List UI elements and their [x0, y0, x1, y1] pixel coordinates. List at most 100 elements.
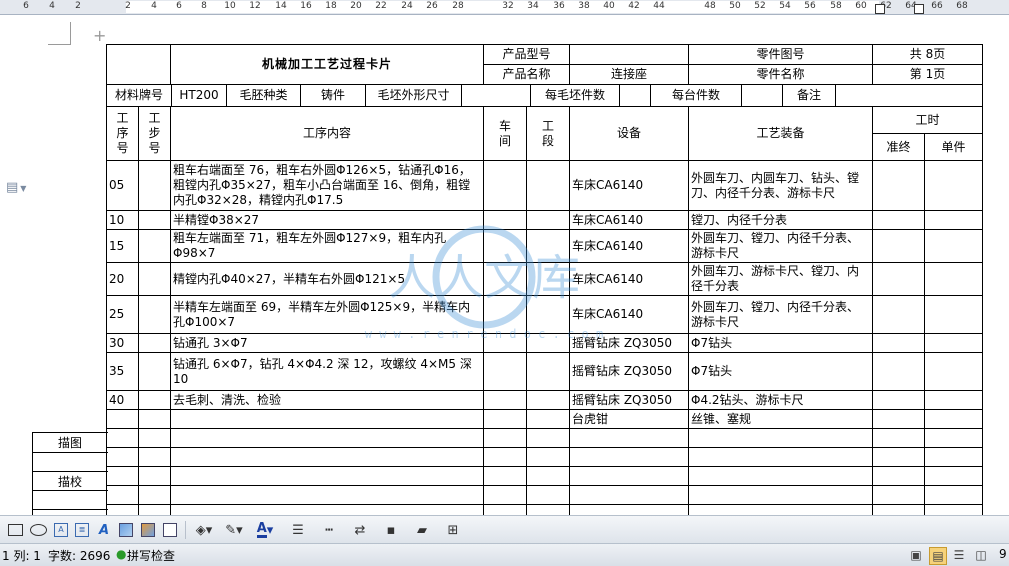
diagram-tool-icon[interactable]: [161, 521, 179, 539]
empty-cell: [483, 447, 527, 467]
empty-cell: [106, 428, 139, 448]
empty-cell: [688, 504, 874, 515]
tooling-cell: 外圆车刀、内圆车刀、钻头、镗刀、内径千分表、游标卡尺: [688, 160, 874, 211]
textbox-tool-icon[interactable]: A: [52, 521, 70, 539]
empty-cell: [924, 504, 984, 515]
workshop-cell: [483, 210, 527, 230]
empty-cell: [525, 466, 571, 486]
empty-cell: [138, 428, 171, 448]
ruler-tick-label: 58: [830, 1, 842, 11]
3d-style-icon[interactable]: ▰: [411, 521, 433, 539]
unit-time-cell: [924, 409, 984, 429]
page-number: 第 1页: [872, 64, 984, 85]
arrow-style-icon[interactable]: ⇄: [349, 521, 371, 539]
empty-cell: [106, 447, 139, 467]
prep-time-header: 准终: [872, 133, 926, 161]
step-number: [138, 409, 171, 429]
word-count[interactable]: 字数: 2696: [48, 547, 110, 564]
process-number: 10: [106, 210, 139, 230]
part-drawing-label: 零件图号: [688, 44, 874, 65]
ruler-indent-marker[interactable]: [875, 4, 885, 14]
select-objects-icon[interactable]: ⊞: [442, 521, 464, 539]
equipment-cell: 车床CA6140: [569, 295, 690, 334]
empty-cell: [138, 485, 171, 505]
fill-color-icon[interactable]: ◈▾: [191, 521, 217, 539]
product-name-value[interactable]: 连接座: [569, 64, 690, 85]
shadow-style-icon[interactable]: ▪: [380, 521, 402, 539]
table-row: [106, 504, 984, 515]
picture-tool-icon[interactable]: [117, 521, 135, 539]
table-row: 材料牌号 HT200 毛胚种类 铸件 毛坯外形尺寸 每毛坯件数 每台件数 备注: [105, 84, 984, 107]
tooling-cell: Φ7钻头: [688, 333, 874, 353]
ruler-indent-marker[interactable]: [914, 4, 924, 14]
unit-time-cell: [924, 333, 984, 353]
remarks-label: 备注: [783, 85, 836, 106]
rectangle-tool-icon[interactable]: [6, 521, 24, 539]
ruler-tick-label: 24: [401, 1, 413, 11]
empty-cell: [569, 466, 690, 486]
spell-check-label[interactable]: 拼写检查: [127, 547, 175, 564]
product-model-value[interactable]: [569, 44, 690, 65]
line-color-icon[interactable]: ✎▾: [221, 521, 247, 539]
table-row: 机械加工工艺过程卡片 产品型号 零件图号共 8页: [106, 44, 984, 85]
step-number: [138, 262, 171, 296]
blank-cell: [106, 44, 171, 85]
parts-per-unit-label: 每台件数: [651, 85, 742, 106]
table-row: 20 精镗内孔Φ40×27，半精车右外圆Φ121×5 车床CA6140 外圆车刀、游标…: [106, 262, 984, 296]
ruler-tick-label: 66: [931, 1, 943, 11]
horizontal-ruler[interactable]: 6 4 2 2 4 6 8 10 12 14 16 18 20 22 24 26 28 32 34 36 38 40 42 4…: [0, 0, 1009, 15]
prep-time-cell: [872, 409, 926, 429]
step-number: [138, 295, 171, 334]
step-number: [138, 210, 171, 230]
process-number: 15: [106, 229, 139, 263]
step-number: [138, 352, 171, 391]
workshop-cell: [483, 352, 527, 391]
process-content: 粗车左端面至 71，粗车左外圆Φ127×9，粗车内孔Φ98×7: [170, 229, 484, 263]
outline-view-icon[interactable]: ☰: [951, 547, 967, 563]
table-row: [106, 485, 984, 505]
product-model-label: 产品型号: [482, 44, 571, 65]
section-cell: [525, 229, 571, 263]
vertical-textbox-tool-icon[interactable]: ≣: [73, 521, 91, 539]
web-view-icon[interactable]: ◫: [973, 547, 989, 563]
parts-per-unit-value: [742, 85, 783, 106]
process-no-header: 工 序 号: [106, 106, 139, 161]
ruler-tick-label: 16: [300, 1, 312, 11]
process-number: 35: [106, 352, 139, 391]
workshop-cell: [483, 262, 527, 296]
step-no-header: 工 步 号: [138, 106, 171, 161]
empty-cell: [688, 447, 874, 467]
table-row: 10 半精镗Φ38×27 车床CA6140 镗刀、内径千分表: [106, 210, 984, 230]
empty-cell: [872, 447, 926, 467]
clipart-tool-icon[interactable]: [139, 521, 157, 539]
ellipse-tool-icon[interactable]: [28, 521, 48, 539]
tooling-cell: 丝锥、塞规: [688, 409, 874, 429]
equipment-cell: 车床CA6140: [569, 229, 690, 263]
empty-cell: [525, 428, 571, 448]
empty-cell: [170, 428, 484, 448]
empty-cell: [138, 447, 171, 467]
dash-style-icon[interactable]: ┅: [318, 521, 340, 539]
line-style-icon[interactable]: ☰: [287, 521, 309, 539]
font-color-icon[interactable]: A ▾: [252, 521, 278, 539]
empty-cell: [170, 504, 484, 515]
table-row: 40 去毛刺、清洗、检验 摇臂钻床 ZQ3050 Φ4.2钻头、游标卡尺: [106, 390, 984, 410]
card-title: 机械加工工艺过程卡片: [170, 44, 484, 85]
empty-cell: [569, 428, 690, 448]
print-layout-view-icon[interactable]: ▣: [908, 547, 924, 563]
material-label: 材料牌号: [108, 85, 172, 106]
section-cell: [525, 333, 571, 353]
empty-cell: [525, 485, 571, 505]
unit-time-cell: [924, 295, 984, 334]
equipment-cell: 台虎钳: [569, 409, 690, 429]
empty-cell: [170, 447, 484, 467]
zoom-level: 9: [999, 547, 1007, 561]
empty-cell: [525, 447, 571, 467]
page-view-icon[interactable]: ▤: [929, 547, 947, 565]
ruler-tick-label: 34: [527, 1, 539, 11]
material-row: 材料牌号 HT200 毛胚种类 铸件 毛坯外形尺寸 每毛坯件数 每台件数 备注: [105, 84, 984, 107]
table-row: 25 半精车左端面至 69，半精车左外圆Φ125×9，半精车内孔Φ100×7 车床C…: [106, 295, 984, 334]
ruler-tick-label: 28: [452, 1, 464, 11]
table-row: 工 序 号工 步 号工序内容车 间工 段设备 工艺装备 工时: [106, 106, 984, 161]
wordart-tool-icon[interactable]: A: [95, 521, 113, 539]
